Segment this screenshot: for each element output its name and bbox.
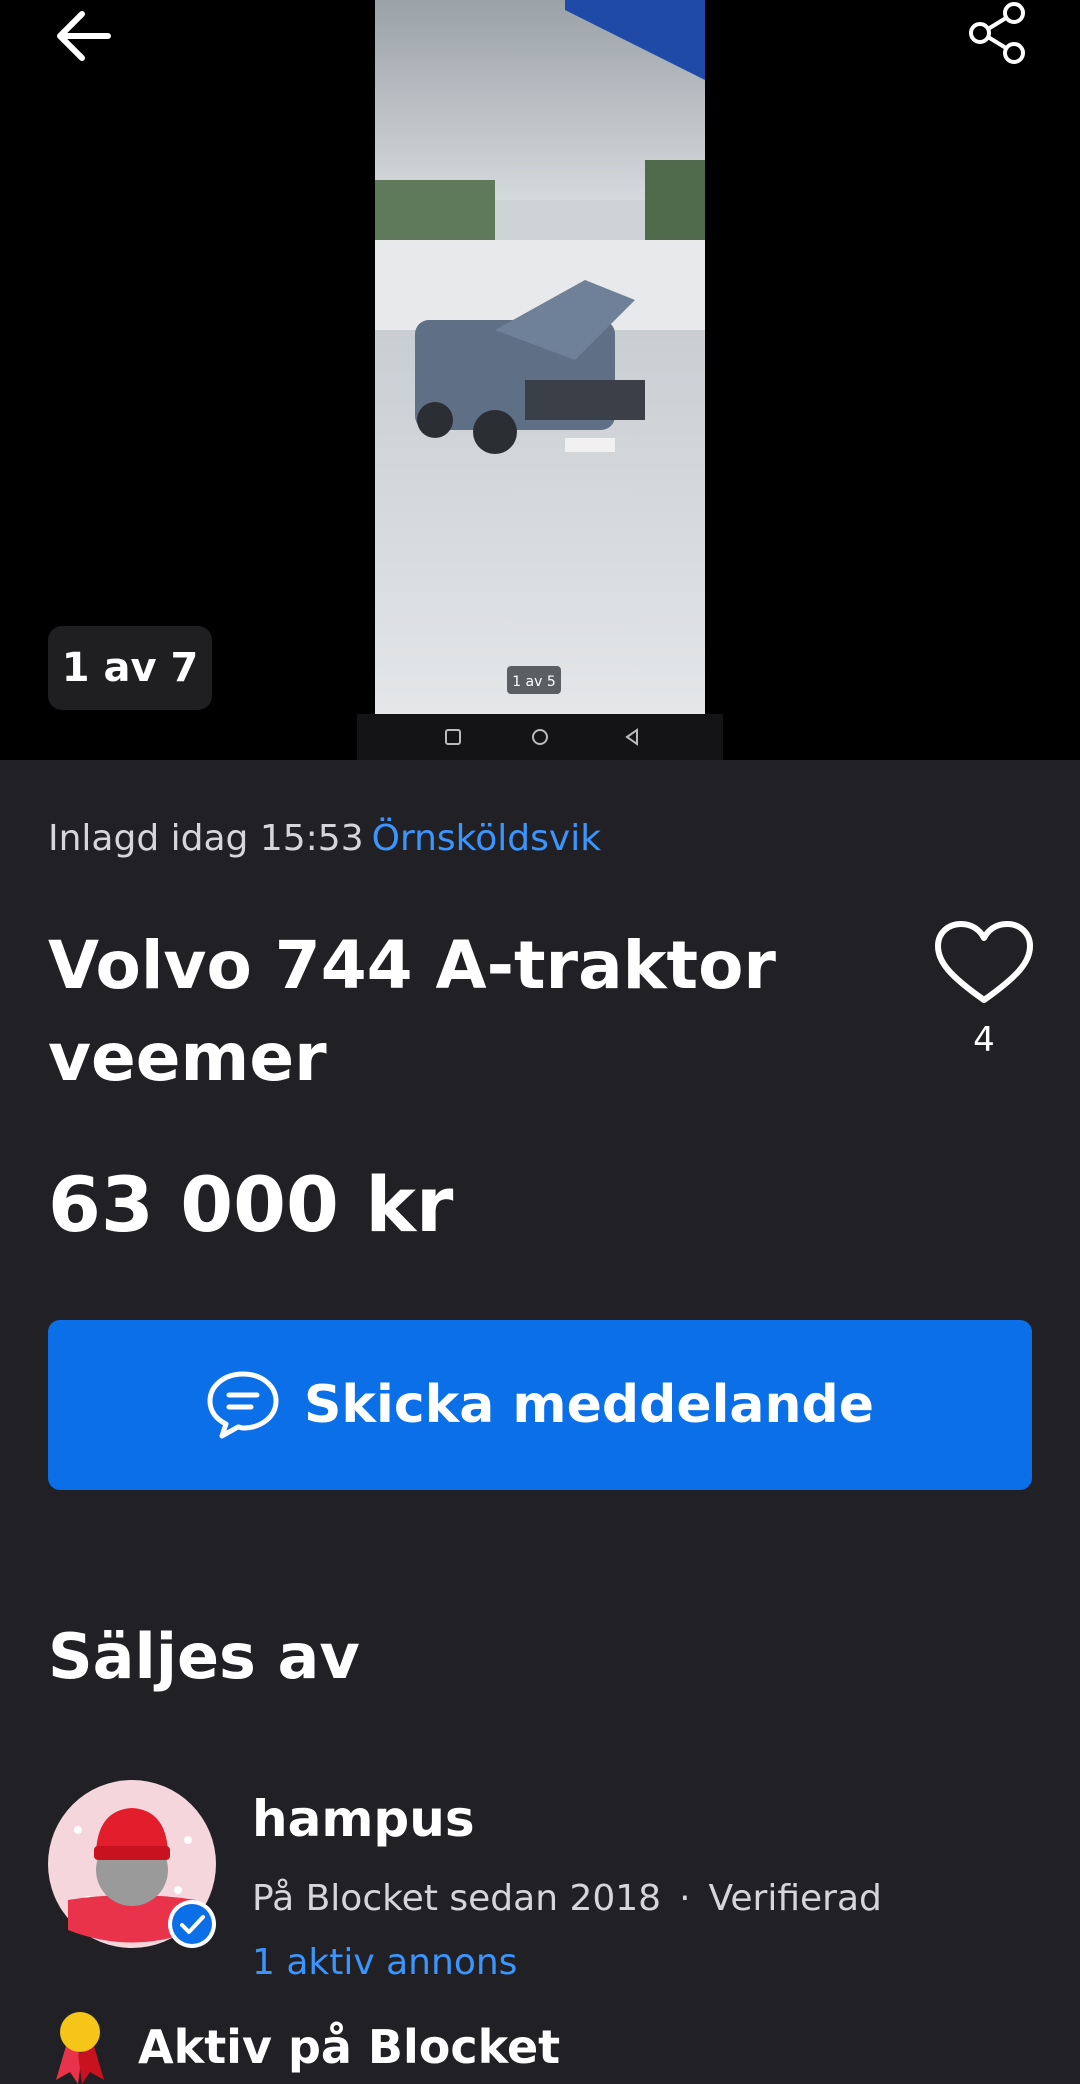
location-link[interactable]: Örnsköldsvik [372,818,601,859]
meta-separator: · [679,1878,691,1919]
system-nav-strip [357,714,723,760]
send-message-label: Skicka meddelande [303,1375,875,1435]
back-nav-icon [625,728,638,746]
share-button[interactable] [962,0,1032,66]
recents-icon [445,729,461,745]
favorite-count: 4 [973,1020,995,1060]
arrow-left-icon [57,11,111,61]
award-ribbon-icon [56,2012,104,2084]
seller-name[interactable]: hampus [252,1790,475,1848]
image-gallery[interactable]: 1 av 5 1 av 7 [0,0,1080,760]
photo-inner-counter: 1 av 5 [512,674,556,690]
send-message-button[interactable]: Skicka meddelande [48,1320,1032,1490]
home-icon [532,729,548,745]
posted-label: Inlagd idag 15:53 [48,818,364,859]
back-button[interactable] [52,8,116,64]
seller-verified: Verifierad [708,1878,882,1919]
avatar[interactable] [48,1780,216,1948]
chat-bubble-icon [207,1371,279,1439]
gallery-counter: 1 av 7 [48,626,212,710]
seller-badge: Aktiv på Blocket [52,2010,560,2084]
seller-meta: På Blocket sedan 2018 · Verifierad [252,1878,882,1919]
verified-check-icon [168,1900,216,1948]
seller-since: På Blocket sedan 2018 [252,1878,662,1919]
seller-heading: Säljes av [48,1620,360,1693]
listing-title: Volvo 744 A-traktor veemer [48,927,776,1096]
listing-photo[interactable]: 1 av 5 [375,0,705,714]
price: 63 000 kr [48,1160,454,1249]
posted-info: Inlagd idag 15:53 Örnsköldsvik [48,818,601,859]
share-icon [969,2,1025,64]
badge-label: Aktiv på Blocket [138,2020,561,2074]
heart-icon [935,921,1033,1003]
seller-active-ads-link[interactable]: 1 aktiv annons [252,1942,517,1983]
favorite-button[interactable]: 4 [930,920,1038,1070]
